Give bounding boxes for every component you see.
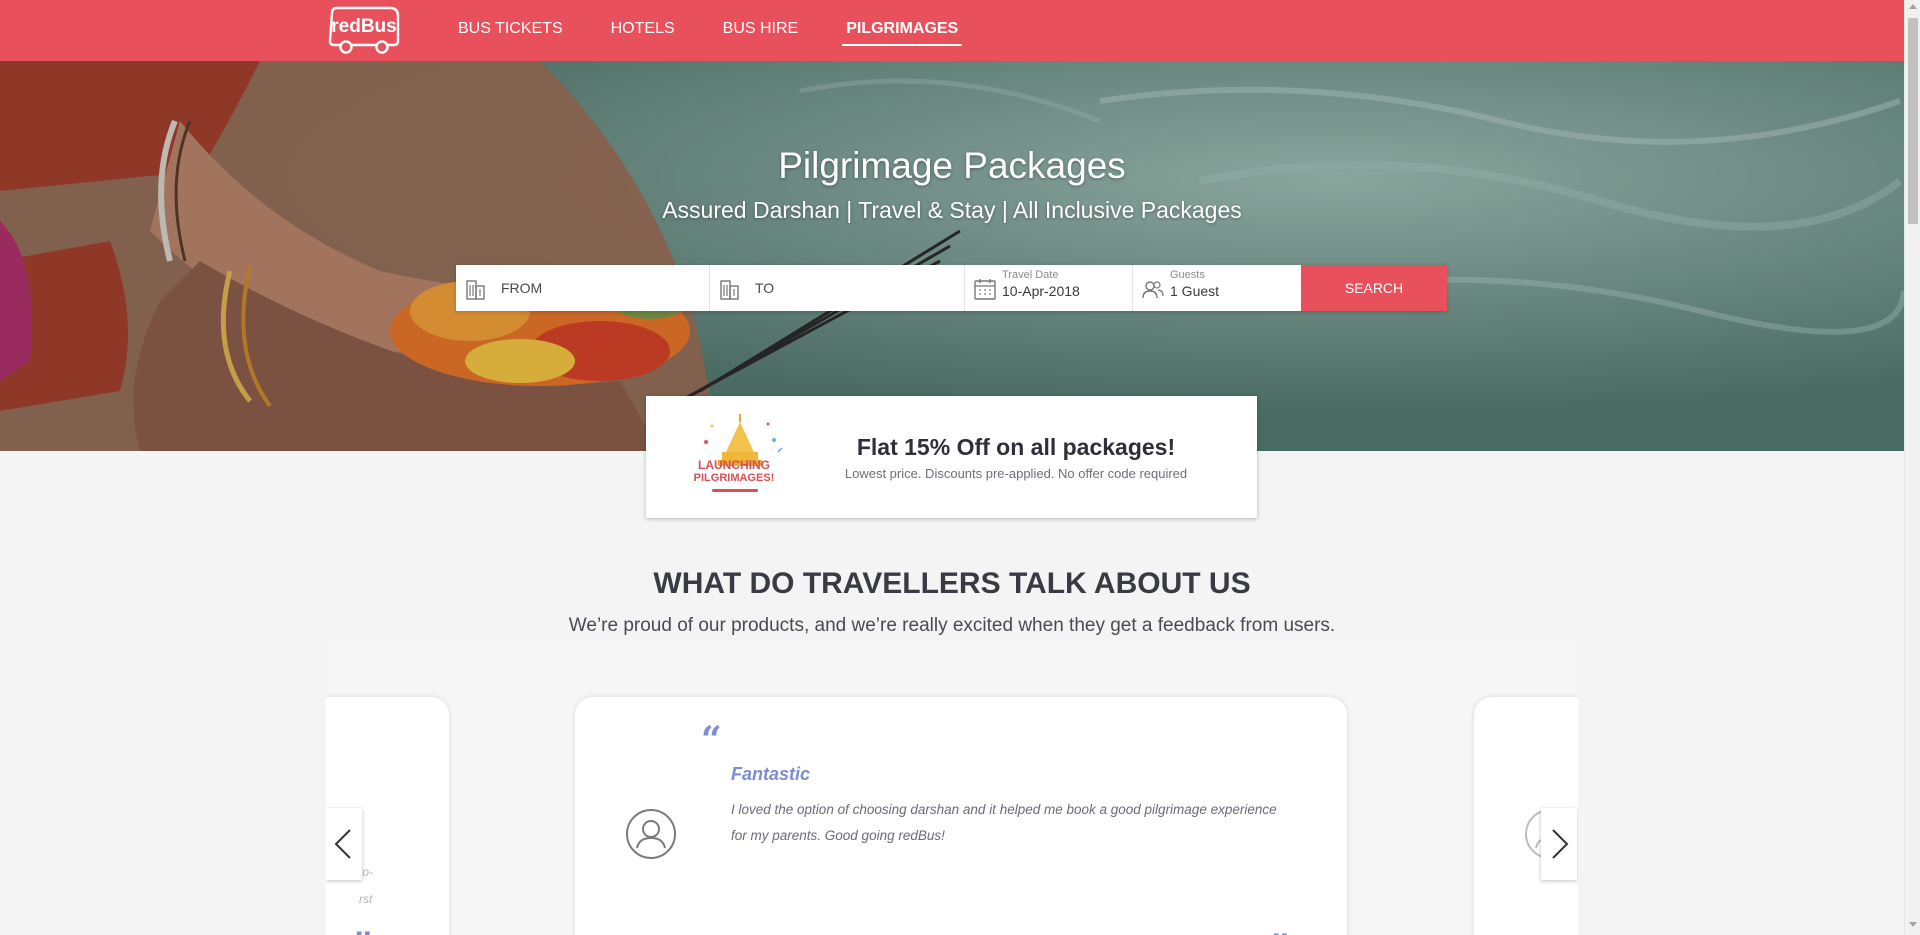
logo-text: redBus xyxy=(331,16,396,37)
to-field[interactable]: TO xyxy=(710,265,965,311)
main-nav: BUS TICKETS HOTELS BUS HIRE PILGRIMAGES xyxy=(458,0,1006,61)
user-avatar-icon xyxy=(626,809,676,859)
search-bar: FROM TO Travel Date 10-Apr-2018 Guests 1… xyxy=(456,265,1447,311)
travel-date-label: Travel Date xyxy=(1002,269,1059,281)
building-icon xyxy=(720,280,739,300)
chevron-left-icon xyxy=(334,829,351,859)
testimonials-carousel: to- rst ” “ Fantastic I loved the option… xyxy=(326,640,1578,935)
top-navbar: redBus BUS TICKETS HOTELS BUS HIRE PILGR… xyxy=(0,0,1904,61)
testimonial-text: I loved the option of choosing darshan a… xyxy=(731,802,1277,843)
prev-card-text-line2: rst xyxy=(359,892,373,906)
building-icon xyxy=(466,280,485,300)
offer-badge-line2: PILGRIMAGES! xyxy=(693,472,775,484)
from-placeholder: FROM xyxy=(501,280,543,296)
offer-card[interactable]: LAUNCHING PILGRIMAGES! Flat 15% Off on a… xyxy=(646,396,1257,518)
close-quote-icon: ” xyxy=(352,925,373,935)
hero-banner: Pilgrimage Packages Assured Darshan | Tr… xyxy=(0,61,1904,451)
scroll-down-arrow-icon[interactable] xyxy=(1909,922,1917,927)
hero-background-image xyxy=(0,61,1904,451)
open-quote-icon: “ xyxy=(701,719,722,761)
calendar-icon xyxy=(974,279,996,300)
testimonials-title: WHAT DO TRAVELLERS TALK ABOUT US xyxy=(653,567,1251,600)
offer-subtitle: Lowest price. Discounts pre-applied. No … xyxy=(844,466,1188,481)
offer-badge-line1: LAUNCHING xyxy=(698,458,770,472)
nav-bus-tickets[interactable]: BUS TICKETS xyxy=(458,0,563,61)
nav-bus-hire[interactable]: BUS HIRE xyxy=(723,0,799,61)
nav-hotels[interactable]: HOTELS xyxy=(611,0,675,61)
scroll-up-arrow-icon[interactable] xyxy=(1909,4,1917,9)
close-quote-icon: ” xyxy=(1269,927,1290,935)
search-button[interactable]: SEARCH xyxy=(1301,265,1447,311)
offer-title: Flat 15% Off on all packages! xyxy=(856,434,1176,460)
hero-title: Pilgrimage Packages xyxy=(778,145,1126,186)
travel-date-value: 10-Apr-2018 xyxy=(1002,283,1080,299)
carousel-prev-button[interactable] xyxy=(326,808,362,880)
to-placeholder: TO xyxy=(755,280,775,296)
scrollbar-thumb[interactable] xyxy=(1908,18,1918,224)
page-scrollbar[interactable] xyxy=(1904,0,1920,935)
from-field[interactable]: FROM xyxy=(456,265,710,311)
guests-field[interactable]: Guests 1 Guest xyxy=(1133,265,1301,311)
offer-badge-underline xyxy=(712,489,758,492)
chevron-right-icon xyxy=(1552,829,1569,859)
testimonial-name: Fantastic xyxy=(731,764,811,784)
nav-pilgrimages[interactable]: PILGRIMAGES xyxy=(842,0,963,61)
redbus-logo[interactable]: redBus xyxy=(326,5,402,55)
testimonial-card-active: “ Fantastic I loved the option of choosi… xyxy=(575,697,1347,935)
carousel-next-button[interactable] xyxy=(1541,808,1577,880)
guests-value: 1 Guest xyxy=(1170,283,1220,299)
travel-date-field[interactable]: Travel Date 10-Apr-2018 xyxy=(965,265,1133,311)
guests-label: Guests xyxy=(1170,269,1205,281)
hero-subtitle: Assured Darshan | Travel & Stay | All In… xyxy=(662,197,1242,223)
testimonials-subtitle: We’re proud of our products, and we’re r… xyxy=(568,615,1336,636)
users-icon xyxy=(1142,281,1164,299)
